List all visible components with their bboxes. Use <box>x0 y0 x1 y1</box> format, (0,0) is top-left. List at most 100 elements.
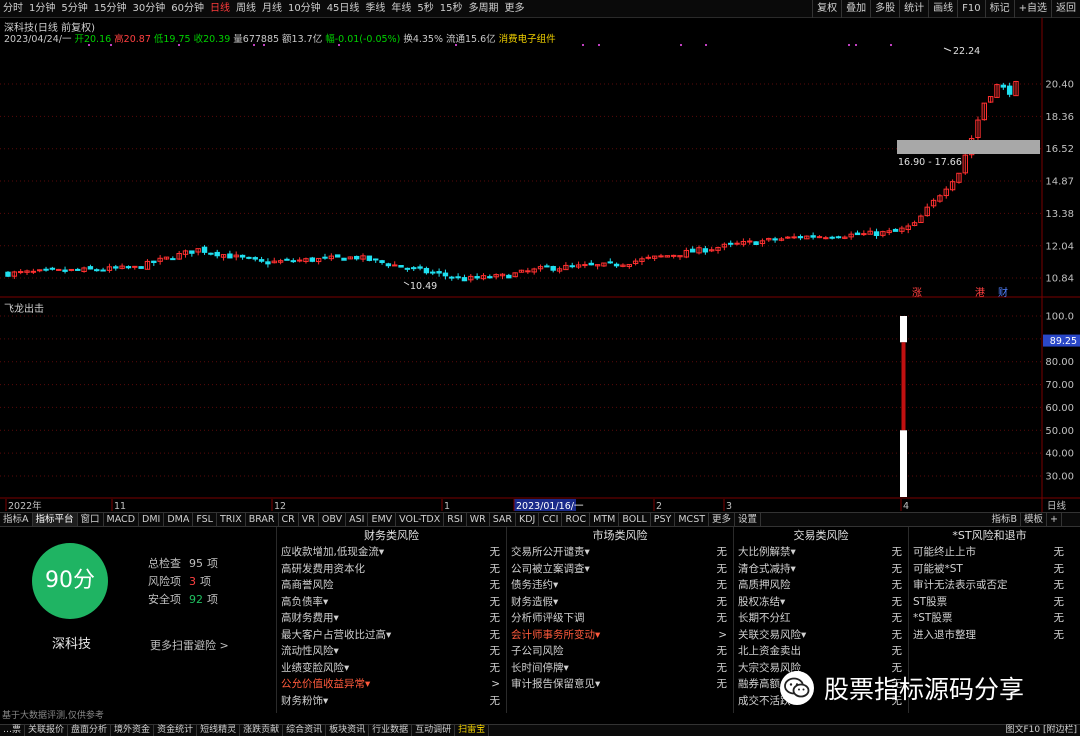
indicator-tab[interactable]: ROC <box>562 513 591 526</box>
risk-item[interactable]: 大比例解禁▾ 无 <box>734 544 908 561</box>
indicator-tab[interactable]: MTM <box>590 513 620 526</box>
indicator-tab[interactable]: VOL-TDX <box>396 513 445 526</box>
kline-chart[interactable]: 20.40 18.36 16.52 14.87 13.38 12.04 10.84 100.0… <box>0 0 1080 512</box>
risk-item-status: 无 <box>891 595 903 608</box>
indicator-tab[interactable]: WR <box>467 513 490 526</box>
indicator-tab-right[interactable]: + <box>1047 513 1062 526</box>
indicator-tab-right[interactable]: 指标B <box>988 513 1022 526</box>
risk-item-label: 高质押风险 <box>738 579 791 591</box>
risk-item[interactable]: 财务造假▾ 无 <box>507 594 733 611</box>
status-tab[interactable]: 扫雷宝 <box>455 725 490 736</box>
status-tab[interactable]: …票 <box>0 725 26 736</box>
indicator-tab[interactable]: 更多 <box>709 513 736 526</box>
risk-item[interactable]: 会计师事务所变动▾ > <box>507 627 733 644</box>
status-tab[interactable]: 资金统计 <box>154 725 198 736</box>
risk-item-label: 会计师事务所变动▾ <box>511 628 601 641</box>
status-right[interactable]: 图文F10 [附边栏] <box>1002 725 1080 736</box>
candle-body <box>75 268 81 271</box>
risk-item[interactable]: 高质押风险 无 <box>734 577 908 594</box>
risk-item[interactable]: ST股票 无 <box>909 594 1070 611</box>
status-tab[interactable]: 关联报价 <box>25 725 69 736</box>
indicator-tab[interactable]: FSL <box>193 513 217 526</box>
indicator-tab[interactable]: 指标A <box>0 513 33 526</box>
indicator-tab[interactable]: MCST <box>675 513 710 526</box>
indicator-tab[interactable]: 指标平台 <box>32 513 78 526</box>
more-scan-link[interactable]: 更多扫雷避险 > <box>150 637 229 653</box>
risk-item[interactable]: *ST股票 无 <box>909 610 1070 627</box>
status-tab[interactable]: 行业数据 <box>369 725 413 736</box>
risk-item[interactable]: 北上资金卖出 无 <box>734 643 908 660</box>
candle-body <box>100 269 106 272</box>
risk-item-label: 审计无法表示或否定 <box>913 579 1008 591</box>
risk-item[interactable]: 股权冻结▾ 无 <box>734 594 908 611</box>
risk-item-status: 无 <box>716 595 728 608</box>
status-tab[interactable]: 境外资金 <box>111 725 155 736</box>
status-tab[interactable]: 涨跌贡献 <box>240 725 284 736</box>
risk-item[interactable]: 高商誉风险 无 <box>277 577 506 594</box>
status-tab[interactable]: 互动调研 <box>412 725 456 736</box>
risk-item[interactable]: 分析师评级下调 无 <box>507 610 733 627</box>
risk-stat-label: 安全项 <box>148 593 181 606</box>
candle-body <box>658 255 664 258</box>
risk-item[interactable]: 公司被立案调查▾ 无 <box>507 561 733 578</box>
status-tab[interactable]: 短线精灵 <box>197 725 241 736</box>
indicator-tab[interactable]: DMI <box>139 513 165 526</box>
risk-item[interactable]: 长时间停牌▾ 无 <box>507 660 733 677</box>
risk-item[interactable]: 进入退市整理 无 <box>909 627 1070 644</box>
risk-item[interactable]: 审计无法表示或否定 无 <box>909 577 1070 594</box>
indicator-tab[interactable]: ASI <box>346 513 369 526</box>
risk-item[interactable]: 应收款增加,低现金流▾ 无 <box>277 544 506 561</box>
indicator-tab[interactable]: EMV <box>368 513 397 526</box>
risk-item-status: 无 <box>489 562 501 575</box>
indicator-tab[interactable]: BOLL <box>619 513 651 526</box>
risk-item-status: > <box>718 628 727 641</box>
status-tab[interactable]: 板块资讯 <box>326 725 370 736</box>
indicator-tab[interactable]: 窗口 <box>78 513 104 526</box>
status-tab[interactable]: 综合资讯 <box>283 725 327 736</box>
indicator-tab[interactable]: VR <box>299 513 319 526</box>
candle-body <box>455 276 461 279</box>
candle-body <box>569 265 575 268</box>
indicator-tab[interactable]: KDJ <box>516 513 540 526</box>
indicator-tab[interactable]: DMA <box>164 513 194 526</box>
candle-body <box>734 242 740 245</box>
risk-item[interactable]: 流动性风险▾ 无 <box>277 643 506 660</box>
risk-item[interactable]: 高财务费用▾ 无 <box>277 610 506 627</box>
indicator-tab[interactable]: TRIX <box>217 513 246 526</box>
risk-item[interactable]: 债务违约▾ 无 <box>507 577 733 594</box>
candle-body <box>747 240 753 243</box>
indicator-tab[interactable]: 设置 <box>735 513 762 526</box>
risk-item[interactable]: 长期不分红 无 <box>734 610 908 627</box>
risk-item[interactable]: 子公司风险 无 <box>507 643 733 660</box>
indicator-tab-right[interactable]: 模板 <box>1021 513 1048 526</box>
risk-item[interactable]: 审计报告保留意见▾ 无 <box>507 676 733 693</box>
indicator-tab[interactable]: BRAR <box>246 513 279 526</box>
risk-item-label: 最大客户占营收比过高▾ <box>281 628 392 641</box>
risk-item[interactable]: 交易所公开谴责▾ 无 <box>507 544 733 561</box>
risk-item[interactable]: 业绩变脸风险▾ 无 <box>277 660 506 677</box>
indicator-tab[interactable]: PSY <box>651 513 676 526</box>
risk-item[interactable]: 财务粉饰▾ 无 <box>277 693 506 710</box>
indicator-tab[interactable]: SAR <box>490 513 517 526</box>
risk-item-label: 融券高额 <box>738 678 780 690</box>
risk-item[interactable]: 关联交易风险▾ 无 <box>734 627 908 644</box>
risk-item[interactable]: 公允价值收益异常▾ > <box>277 676 506 693</box>
indicator-tab[interactable]: RSI <box>444 513 467 526</box>
indicator-tab[interactable]: OBV <box>319 513 347 526</box>
signal-dot <box>455 44 457 46</box>
risk-item[interactable]: 可能终止上市 无 <box>909 544 1070 561</box>
risk-item[interactable]: 最大客户占营收比过高▾ 无 <box>277 627 506 644</box>
risk-stat-unit: 项 <box>207 557 218 570</box>
candle-body <box>36 269 43 272</box>
candle-body <box>151 260 157 264</box>
risk-item[interactable]: 高负债率▾ 无 <box>277 594 506 611</box>
risk-item[interactable]: 高研发费用资本化 无 <box>277 561 506 578</box>
risk-item[interactable]: 清仓式减持▾ 无 <box>734 561 908 578</box>
risk-item[interactable]: 可能被*ST 无 <box>909 561 1070 578</box>
risk-item-label: 交易所公开谴责▾ <box>511 546 590 558</box>
indicator-tab[interactable]: CR <box>279 513 299 526</box>
candle-body <box>506 274 512 279</box>
indicator-tab[interactable]: CCI <box>539 513 563 526</box>
status-tab[interactable]: 盘面分析 <box>68 725 112 736</box>
indicator-tab[interactable]: MACD <box>104 513 140 526</box>
